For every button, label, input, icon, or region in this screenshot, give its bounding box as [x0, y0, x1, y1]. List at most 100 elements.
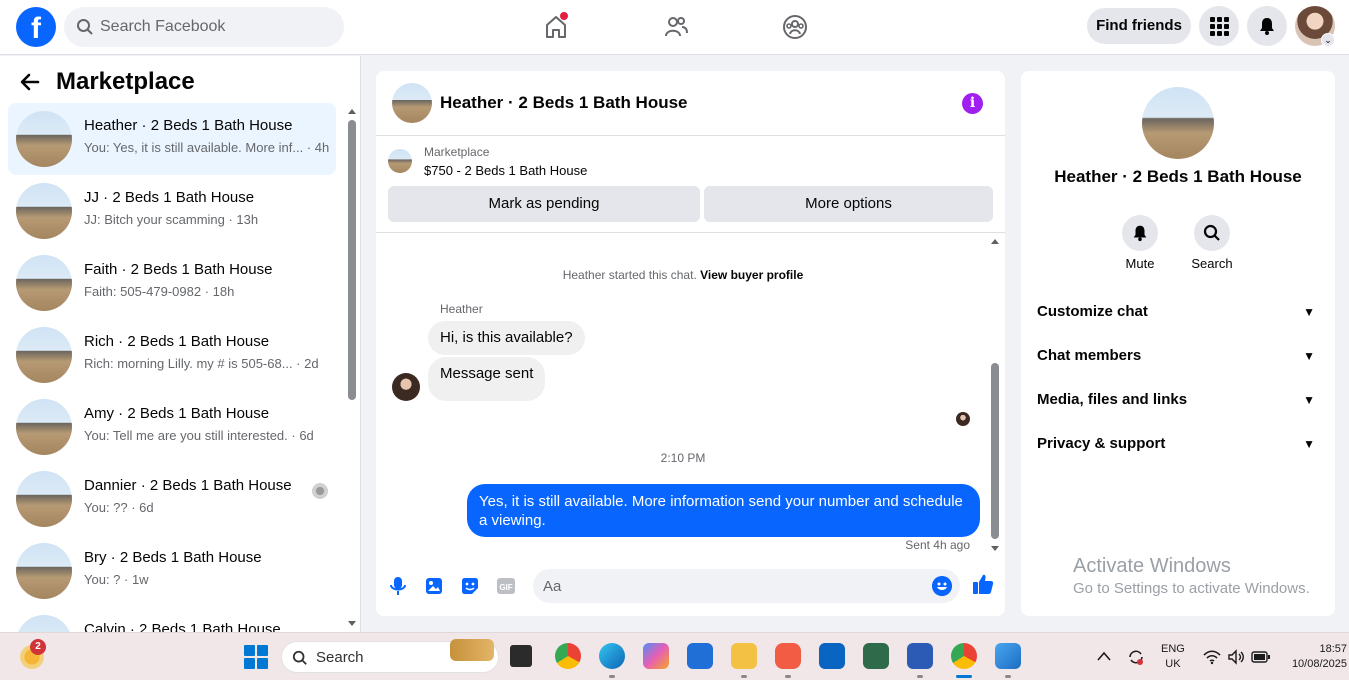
running-indicator [785, 675, 791, 678]
volume-icon[interactable] [1227, 649, 1245, 665]
find-friends-button[interactable]: Find friends [1087, 8, 1191, 44]
outlook-icon[interactable] [819, 643, 845, 669]
language-indicator[interactable]: ENG UK [1161, 642, 1185, 672]
home-tab[interactable] [538, 10, 574, 44]
sidebar-scrollbar[interactable] [347, 104, 357, 632]
listing-price[interactable]: $750 - 2 Beds 1 Bath House [424, 163, 587, 178]
conversation-item-heather[interactable]: Heather · 2 Beds 1 Bath House You: Yes, … [8, 103, 336, 175]
sync-icon[interactable] [1127, 648, 1145, 666]
search-icon [292, 650, 307, 665]
search-action[interactable]: Search [1182, 215, 1242, 271]
chat-details-panel: Heather · 2 Beds 1 Bath House Mute Searc… [1021, 71, 1335, 616]
keyboard-region: UK [1165, 658, 1181, 670]
edge-icon[interactable] [599, 643, 625, 669]
incoming-message[interactable]: Message sent [428, 357, 546, 401]
emoji-icon[interactable] [932, 576, 952, 596]
chat-scrollbar[interactable] [990, 235, 1000, 555]
voice-clip-button[interactable] [387, 575, 409, 597]
system-clock[interactable]: 18:57 10/08/2025 [1283, 642, 1347, 672]
message-input[interactable] [543, 569, 913, 603]
conversation-preview: You: Tell me are you still interested. ·… [84, 428, 314, 443]
search-facebook-input[interactable] [100, 7, 330, 47]
microsoft-store-icon[interactable] [687, 643, 713, 669]
mute-action[interactable]: Mute [1110, 215, 1170, 271]
word-icon[interactable] [907, 643, 933, 669]
view-buyer-profile-link[interactable]: View buyer profile [700, 268, 803, 282]
search-in-chat-button[interactable] [1194, 215, 1230, 251]
conversation-item-amy[interactable]: Amy · 2 Beds 1 Bath House You: Tell me a… [8, 391, 336, 463]
menu-button[interactable] [1199, 6, 1239, 46]
copilot-icon[interactable] [643, 643, 669, 669]
sticker-button[interactable] [459, 575, 481, 597]
attach-photo-button[interactable] [423, 575, 445, 597]
gif-button[interactable]: GIF [495, 575, 517, 597]
search-highlight-icon[interactable] [450, 639, 494, 661]
windows-logo-tile [244, 658, 255, 669]
chat-members-section[interactable]: Chat members ▼ [1037, 334, 1319, 378]
app-icon[interactable] [775, 643, 801, 669]
scroll-down-arrow-icon[interactable] [990, 545, 1000, 553]
notifications-button[interactable] [1247, 6, 1287, 46]
chevron-down-icon[interactable]: ⌄ [1321, 33, 1335, 47]
search-facebook-box[interactable] [64, 7, 344, 47]
chevron-up-icon[interactable] [1097, 651, 1111, 661]
conversation-item-bry[interactable]: Bry · 2 Beds 1 Bath House You: ? · 1w [8, 535, 336, 607]
taskbar-search-input[interactable] [316, 642, 436, 672]
start-button[interactable] [244, 645, 268, 669]
facebook-logo-icon[interactable]: f [16, 7, 56, 47]
chat-title[interactable]: Heather · 2 Beds 1 Bath House [440, 93, 688, 113]
info-icon[interactable]: i [962, 93, 983, 114]
conversation-preview: You: Yes, it is still available. More in… [84, 140, 330, 155]
outgoing-message[interactable]: Yes, it is still available. More informa… [467, 484, 980, 537]
customize-chat-section[interactable]: Customize chat ▼ [1037, 290, 1319, 334]
conversation-item-faith[interactable]: Faith · 2 Beds 1 Bath House Faith: 505-4… [8, 247, 336, 319]
back-arrow-icon[interactable] [20, 72, 40, 92]
conversation-name: JJ · 2 Beds 1 Bath House [84, 189, 255, 206]
conversation-name: Heather · 2 Beds 1 Bath House [84, 117, 293, 134]
sidebar-scrollbar-thumb[interactable] [348, 120, 356, 400]
chrome-profile-icon[interactable] [951, 643, 977, 669]
mark-as-pending-button[interactable]: Mark as pending [388, 186, 700, 222]
conversation-item-rich[interactable]: Rich · 2 Beds 1 Bath House Rich: morning… [8, 319, 336, 391]
message-input-box[interactable] [533, 569, 960, 603]
chrome-icon[interactable] [555, 643, 581, 669]
file-explorer-icon[interactable] [731, 643, 757, 669]
incoming-message[interactable]: Hi, is this available? [428, 321, 585, 355]
scroll-up-arrow-icon[interactable] [347, 107, 357, 115]
chevron-down-icon: ▼ [1303, 393, 1315, 407]
solitaire-icon[interactable] [863, 643, 889, 669]
like-button[interactable] [972, 573, 994, 595]
media-files-links-section[interactable]: Media, files and links ▼ [1037, 378, 1319, 422]
conversation-item-calvin[interactable]: Calvin · 2 Beds 1 Bath House [8, 607, 336, 632]
details-avatar[interactable] [1142, 87, 1214, 159]
groups-tab[interactable] [777, 10, 813, 44]
chat-avatar[interactable] [392, 83, 432, 123]
scroll-down-arrow-icon[interactable] [347, 620, 357, 628]
conversation-name: Bry · 2 Beds 1 Bath House [84, 549, 262, 566]
conversation-item-jj[interactable]: JJ · 2 Beds 1 Bath House JJ: Bitch your … [8, 175, 336, 247]
conversation-item-dannier[interactable]: Dannier · 2 Beds 1 Bath House You: ?? · … [8, 463, 336, 535]
conversation-preview: JJ: Bitch your scamming · 13h [84, 212, 259, 227]
bell-icon [1133, 225, 1147, 242]
task-view-icon[interactable] [510, 645, 532, 667]
svg-text:GIF: GIF [499, 583, 512, 592]
mute-button[interactable] [1122, 215, 1158, 251]
listing-category: Marketplace [424, 145, 490, 159]
scroll-up-arrow-icon[interactable] [990, 237, 1000, 245]
details-name: Heather · 2 Beds 1 Bath House [1054, 167, 1302, 186]
chat-panel: Heather · 2 Beds 1 Bath House i Marketpl… [376, 71, 1005, 616]
wifi-icon[interactable] [1203, 649, 1221, 665]
clock-time: 18:57 [1319, 643, 1347, 655]
friends-icon [665, 17, 688, 37]
chat-scrollbar-thumb[interactable] [991, 363, 999, 539]
time-separator: 2:10 PM [660, 451, 706, 465]
listing-thumbnail[interactable] [388, 149, 412, 173]
privacy-support-section[interactable]: Privacy & support ▼ [1037, 422, 1319, 466]
more-options-button[interactable]: More options [704, 186, 993, 222]
chat-header: Heather · 2 Beds 1 Bath House i [376, 71, 1005, 136]
battery-icon[interactable] [1251, 651, 1271, 663]
sender-avatar[interactable] [392, 373, 420, 401]
friends-tab[interactable] [658, 10, 694, 44]
photos-icon[interactable] [995, 643, 1021, 669]
listing-avatar [16, 255, 72, 311]
